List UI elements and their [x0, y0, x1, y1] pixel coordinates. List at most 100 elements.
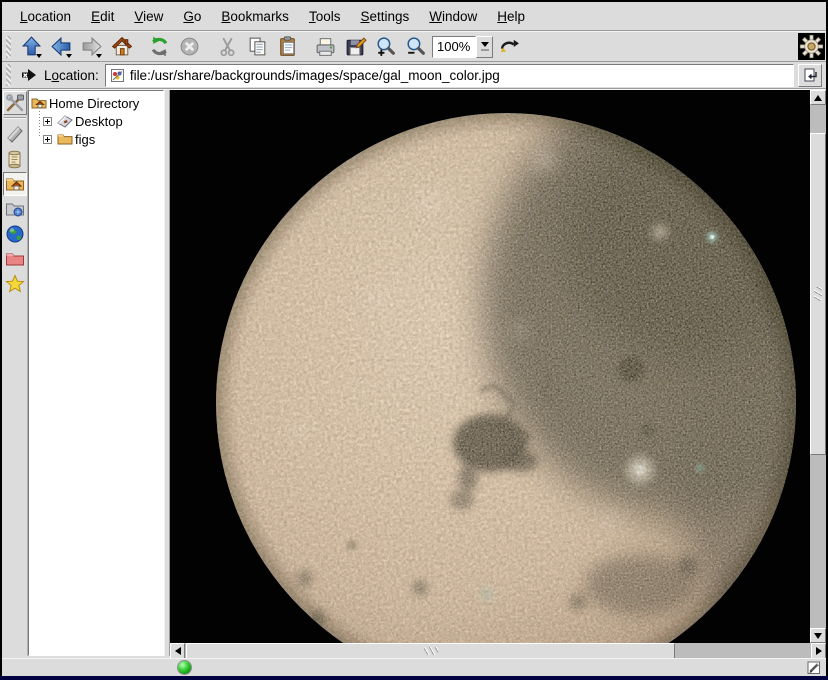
reload-button[interactable] — [144, 33, 174, 61]
menu-window[interactable]: Window — [419, 5, 487, 28]
scroll-right-button[interactable] — [811, 643, 826, 659]
bookmarks-star-icon — [5, 274, 25, 294]
horizontal-scrollbar-thumb[interactable] — [186, 643, 675, 659]
image-view — [170, 90, 810, 643]
gear-icon — [798, 33, 825, 60]
page-pen-indicator-icon[interactable] — [806, 660, 822, 676]
tree-item-desktop[interactable]: Desktop — [29, 112, 163, 130]
moon-photo — [170, 90, 810, 643]
zoom-out-icon — [404, 35, 427, 58]
location-url-text: file:/usr/share/backgrounds/images/space… — [130, 68, 500, 83]
stop-icon — [178, 35, 201, 58]
menu-tools[interactable]: Tools — [299, 5, 351, 28]
home-button[interactable] — [106, 33, 136, 61]
zoom-out-button[interactable] — [400, 33, 430, 61]
menu-bookmarks[interactable]: Bookmarks — [211, 5, 299, 28]
go-button[interactable] — [798, 64, 822, 87]
configure-icon — [5, 93, 25, 113]
sidebar-bookmarks-button[interactable] — [3, 272, 27, 296]
sidebar-home-folder-button[interactable] — [3, 172, 27, 196]
history-icon — [5, 149, 25, 169]
menu-edit[interactable]: Edit — [81, 5, 124, 28]
home-icon — [110, 35, 133, 58]
statusbar — [2, 658, 826, 676]
chevron-down-icon — [481, 42, 489, 47]
scroll-down-button[interactable] — [810, 628, 826, 643]
root-folder-icon — [5, 249, 25, 269]
rotate-icon — [497, 35, 520, 58]
arrow-up-icon — [814, 95, 822, 101]
separator — [4, 117, 26, 119]
cut-icon — [216, 35, 239, 58]
thumb-grip — [814, 287, 822, 301]
print-button[interactable] — [310, 33, 340, 61]
dropdown-arrow — [36, 54, 42, 58]
arrow-down-icon — [814, 633, 822, 639]
image-file-icon — [110, 68, 125, 83]
network-folder-icon — [5, 199, 25, 219]
vertical-scrollbar[interactable] — [810, 90, 826, 643]
sidebar-tree-panel: Home Directory Desktop figs — [28, 90, 164, 656]
tree-item-home-directory[interactable]: Home Directory — [29, 94, 163, 112]
menu-settings[interactable]: Settings — [350, 5, 419, 28]
menu-location[interactable]: Location — [10, 5, 81, 28]
desktop-icon — [57, 113, 73, 129]
zoom-value[interactable]: 100% — [432, 36, 476, 58]
menu-view[interactable]: View — [124, 5, 173, 28]
zoom-dropdown-button[interactable] — [476, 36, 493, 58]
copy-button[interactable] — [242, 33, 272, 61]
save-as-button[interactable] — [340, 33, 370, 61]
arrow-right-icon — [816, 647, 822, 655]
location-toolbar: Location: file:/usr/share/backgrounds/im… — [2, 62, 826, 88]
tree-item-label: figs — [75, 132, 95, 147]
clear-location-button[interactable] — [16, 63, 42, 87]
expand-plus-icon[interactable] — [43, 135, 52, 144]
menubar: Location Edit View Go Bookmarks Tools Se… — [2, 2, 826, 30]
reload-icon — [148, 35, 171, 58]
paste-icon — [276, 35, 299, 58]
sidebar-configure-button[interactable] — [3, 91, 27, 115]
sidebar-root-folder-button[interactable] — [3, 247, 27, 271]
folder-icon — [57, 131, 73, 147]
sidebar-icon-strip — [2, 90, 28, 656]
horizontal-scrollbar[interactable] — [170, 643, 826, 659]
dropdown-arrow — [96, 54, 102, 58]
scroll-up-button[interactable] — [810, 90, 826, 105]
web-globe-icon — [5, 224, 25, 244]
toolbar-grip[interactable] — [6, 36, 11, 58]
tree-item-figs[interactable]: figs — [29, 130, 163, 148]
window-border-bottom — [0, 676, 828, 680]
location-combobox[interactable]: file:/usr/share/backgrounds/images/space… — [105, 64, 794, 87]
cut-button[interactable] — [212, 33, 242, 61]
sidebar-network-folder-button[interactable] — [3, 197, 27, 221]
zoom-in-icon — [374, 35, 397, 58]
sidebar-web-globe-button[interactable] — [3, 222, 27, 246]
loading-led-icon — [178, 661, 191, 674]
menu-help[interactable]: Help — [487, 5, 535, 28]
arrow-left-icon — [175, 647, 181, 655]
paste-button[interactable] — [272, 33, 302, 61]
expand-plus-icon[interactable] — [43, 117, 52, 126]
rotate-button[interactable] — [493, 33, 523, 61]
main-toolbar: 100% — [2, 32, 826, 61]
zoom-combobox[interactable]: 100% — [432, 36, 493, 58]
sidebar-history-button[interactable] — [3, 147, 27, 171]
zoom-in-button[interactable] — [370, 33, 400, 61]
stop-button[interactable] — [174, 33, 204, 61]
back-button[interactable] — [46, 33, 76, 61]
dropdown-underline — [481, 49, 489, 51]
copy-icon — [246, 35, 269, 58]
menu-go[interactable]: Go — [173, 5, 211, 28]
location-input[interactable]: file:/usr/share/backgrounds/images/space… — [105, 64, 794, 87]
device-icon — [5, 124, 25, 144]
folder-home-icon — [31, 95, 47, 111]
vertical-scrollbar-thumb[interactable] — [810, 133, 826, 455]
up-button[interactable] — [16, 33, 46, 61]
sidebar-device-button[interactable] — [3, 122, 27, 146]
forward-button[interactable] — [76, 33, 106, 61]
scroll-left-button[interactable] — [170, 643, 185, 659]
print-icon — [314, 35, 337, 58]
tree-item-label: Desktop — [75, 114, 123, 129]
save-as-icon — [344, 35, 367, 58]
locationbar-grip[interactable] — [6, 64, 11, 86]
